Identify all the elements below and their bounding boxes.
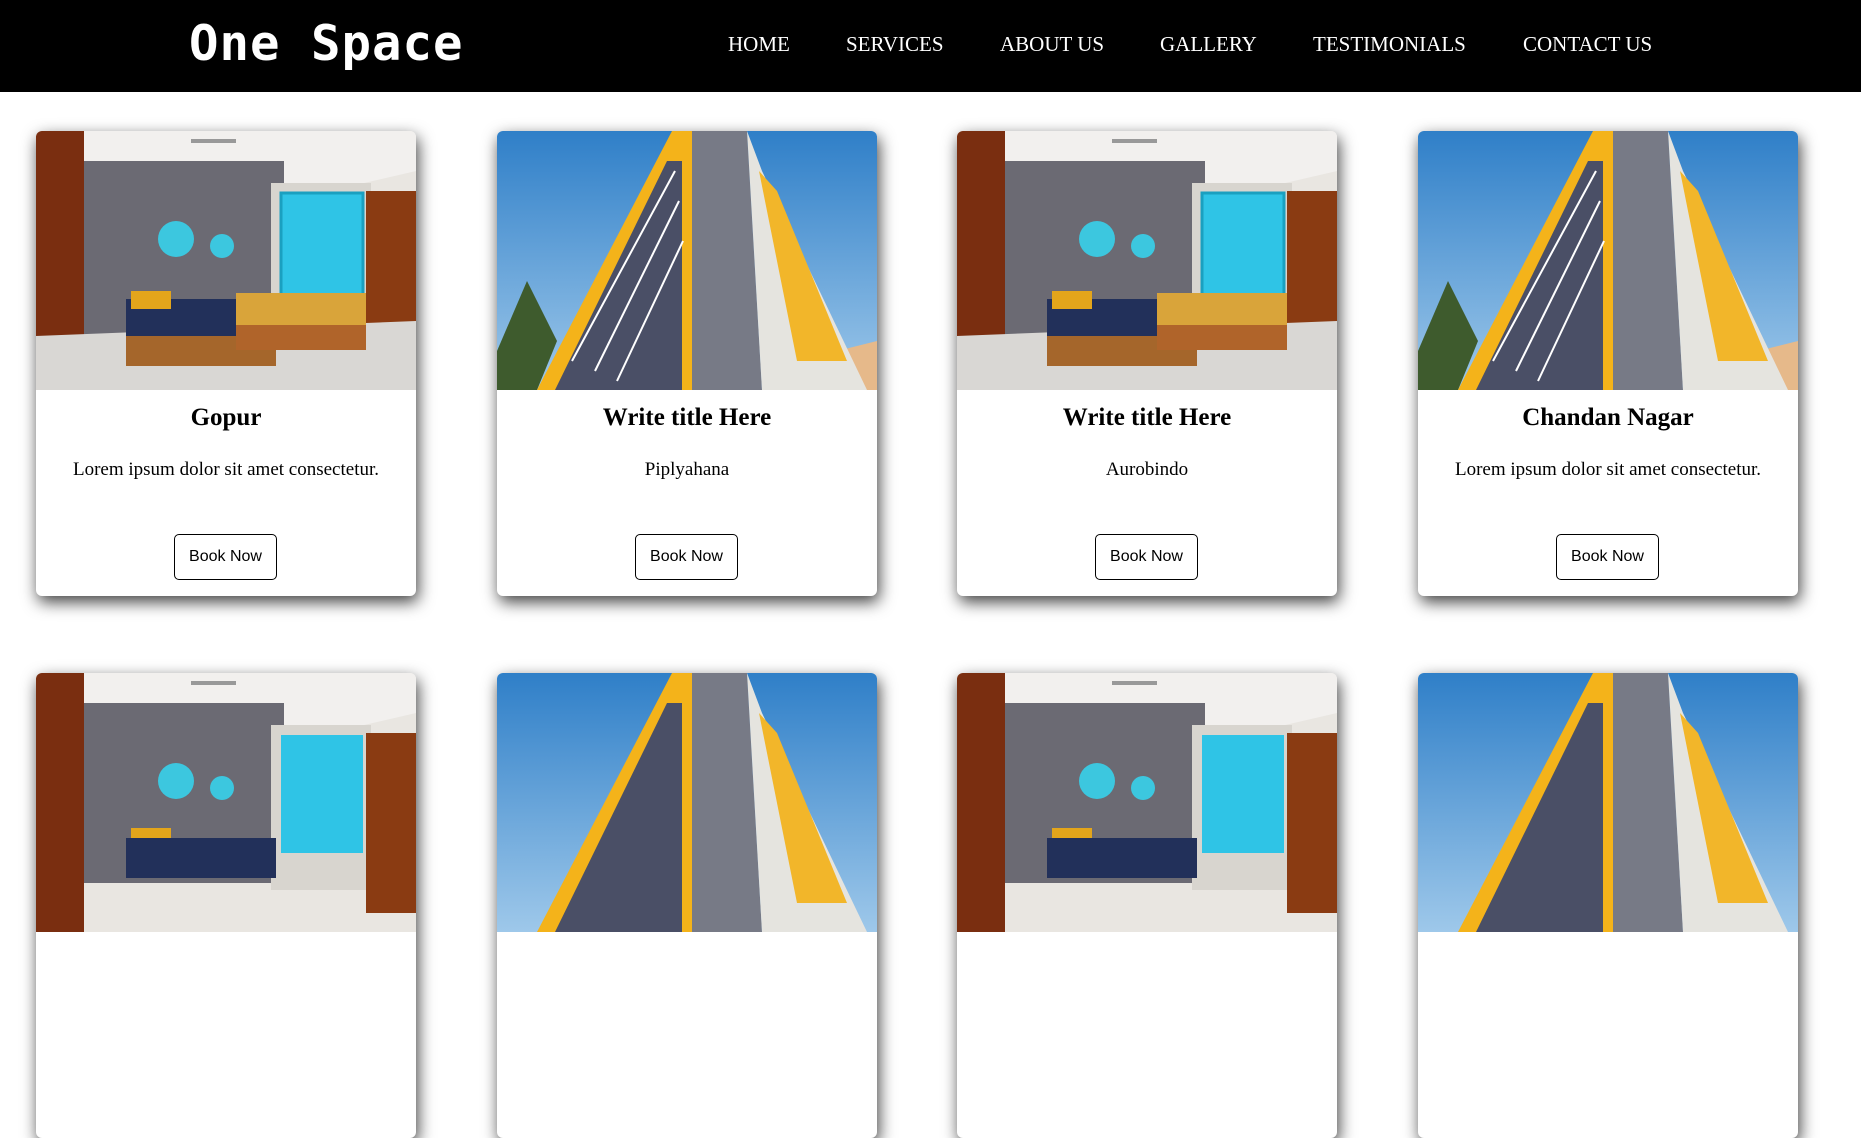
book-now-button[interactable]: Book Now (635, 534, 738, 580)
building-photo (497, 673, 877, 932)
bedroom-photo (36, 131, 416, 390)
card-title: Write title Here (1062, 404, 1232, 431)
card-title: Chandan Nagar (1522, 404, 1694, 431)
book-now-button[interactable]: Book Now (1556, 534, 1659, 580)
card-description: Aurobindo (1105, 459, 1189, 480)
book-now-button[interactable]: Book Now (174, 534, 277, 580)
book-now-button[interactable]: Book Now (1095, 534, 1198, 580)
property-card: Gopur Lorem ipsum dolor sit amet consect… (36, 131, 416, 596)
bedroom-photo (36, 673, 416, 932)
card-title: Write title Here (602, 404, 772, 431)
property-cards-grid: Gopur Lorem ipsum dolor sit amet consect… (0, 0, 1861, 1138)
property-card: Write title Here Aurobindo Book Now (957, 131, 1337, 596)
building-photo (1418, 131, 1798, 390)
property-card (36, 673, 416, 1138)
card-description: Piplyahana (644, 459, 730, 480)
bedroom-photo (957, 131, 1337, 390)
card-description: Lorem ipsum dolor sit amet consectetur. (72, 459, 380, 480)
property-card (1418, 673, 1798, 1138)
bedroom-photo (957, 673, 1337, 932)
card-description: Lorem ipsum dolor sit amet consectetur. (1454, 459, 1762, 480)
building-photo (497, 131, 877, 390)
property-card (957, 673, 1337, 1138)
card-title: Gopur (190, 404, 262, 431)
building-photo (1418, 673, 1798, 932)
property-card: Write title Here Piplyahana Book Now (497, 131, 877, 596)
property-card (497, 673, 877, 1138)
property-card: Chandan Nagar Lorem ipsum dolor sit amet… (1418, 131, 1798, 596)
